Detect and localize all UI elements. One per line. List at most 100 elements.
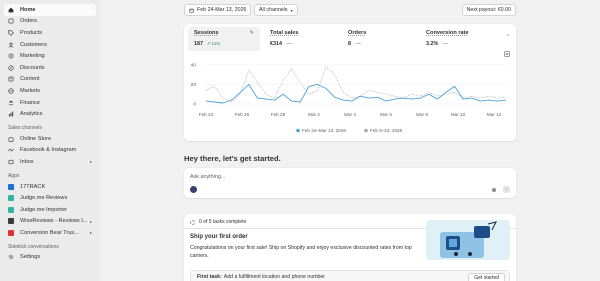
metric-value-row: 3.2% — xyxy=(426,41,494,47)
date-range-picker[interactable]: Feb 24-Mar 13, 2026 xyxy=(184,4,252,16)
legend-label: Feb 24–Mar 13, 2026 xyxy=(302,128,346,133)
sidekick-avatar-icon xyxy=(190,186,197,193)
x-tick-label: Feb 24 xyxy=(199,112,214,117)
main-content: Feb 24-Mar 13, 2026 All channels ▾ Next … xyxy=(100,0,600,281)
metric-label: Conversion rate xyxy=(426,30,469,36)
metric-label: Sessions xyxy=(194,30,219,36)
metric-value-row: €314 — xyxy=(270,41,334,47)
chevron-up-icon[interactable]: ⌃ xyxy=(506,34,510,40)
sidebar-app-item[interactable]: Judge.me Reviews xyxy=(4,192,96,204)
store-icon xyxy=(8,136,14,142)
pencil-icon[interactable]: ✎ xyxy=(250,30,254,36)
globe-icon xyxy=(8,88,14,94)
shipping-illustration xyxy=(426,220,510,260)
metric-total-sales[interactable]: Total sales €314 — xyxy=(264,27,340,51)
content-icon xyxy=(8,76,14,82)
first-task-row: First task: Add a fulfillment location a… xyxy=(190,270,510,281)
tag-icon xyxy=(8,30,14,36)
send-icon[interactable]: ↑ xyxy=(503,186,510,193)
x-tick-label: Mar 4 xyxy=(344,112,356,117)
orders-icon xyxy=(8,18,14,24)
sidebar-item-label: Settings xyxy=(20,254,41,261)
sidebar-item-label: Content xyxy=(20,76,40,83)
app-logo-icon xyxy=(8,195,14,202)
top-filters: Feb 24-Mar 13, 2026 All channels ▾ Next … xyxy=(184,4,516,16)
x-tick-label: Mar 10 xyxy=(451,112,466,117)
setup-guide-card: 0 of 5 tasks complete Ship your first or… xyxy=(184,214,516,281)
x-tick-label: Feb 28 xyxy=(271,112,286,117)
sidebar-item-home[interactable]: Home xyxy=(4,4,96,16)
x-tick-label: Mar 12 xyxy=(487,112,502,117)
sidebar-item-orders[interactable]: Orders xyxy=(4,16,96,28)
sidebar-item-label: Products xyxy=(20,29,43,36)
shipping-box-icon xyxy=(440,221,497,258)
meta-icon xyxy=(8,147,14,153)
metric-conversion-rate[interactable]: Conversion rate 3.2% — xyxy=(420,27,500,51)
metric-value: 3.2% xyxy=(426,41,439,47)
sidebar-item-facebook-instagram[interactable]: Facebook & Instagram xyxy=(4,145,96,157)
discount-icon xyxy=(8,65,14,71)
ask-input[interactable]: Ask anything... xyxy=(190,174,225,180)
status-dot-icon xyxy=(492,188,496,192)
next-payout-button[interactable]: Next payout: €0.00 xyxy=(461,4,516,16)
x-tick-label: Mar 8 xyxy=(416,112,428,117)
chevron-right-icon: ▸ xyxy=(89,159,92,165)
apps-heading[interactable]: Apps xyxy=(4,171,96,181)
date-range-label: Feb 24-Mar 13, 2026 xyxy=(197,7,247,13)
task-progress: 0 of 5 tasks complete xyxy=(190,219,246,225)
sidebar-item-analytics[interactable]: Analytics xyxy=(4,108,96,120)
calendar-icon xyxy=(189,8,194,13)
sidebar-item-products[interactable]: Products xyxy=(4,27,96,39)
progress-circle-icon xyxy=(190,219,195,225)
sidebar-app-item[interactable]: WiseReviews - Reviews I... ▸ xyxy=(4,216,96,228)
get-started-button[interactable]: Get started xyxy=(468,273,505,281)
home-icon xyxy=(8,7,14,13)
sidebar-item-online-store[interactable]: Online Store xyxy=(4,133,96,145)
metric-value: 187 xyxy=(194,41,203,47)
metric-change: — xyxy=(355,41,361,47)
metric-value: 8 xyxy=(348,41,351,47)
sidebar-item-label: Online Store xyxy=(20,135,52,142)
sidebar-item-label: Orders xyxy=(20,18,38,25)
sidebar-app-item[interactable]: 17TRACK xyxy=(4,181,96,193)
sidebar-item-content[interactable]: Content xyxy=(4,74,96,86)
sidebar-item-label: Customers xyxy=(20,41,48,48)
chart-icon xyxy=(8,111,14,117)
sidebar-item-markets[interactable]: Markets xyxy=(4,85,96,97)
sidebar-item-label: 17TRACK xyxy=(20,183,46,190)
sidekick-ask-card[interactable]: Ask anything... ↑ xyxy=(184,168,516,198)
sidebar-item-discounts[interactable]: Discounts xyxy=(4,62,96,74)
sales-channels-heading[interactable]: Sales channels xyxy=(4,123,96,133)
task-description: Congratulations on your first sale! Ship… xyxy=(190,245,412,259)
sidebar-item-label: Inbox xyxy=(20,158,34,165)
sidebar-item-settings[interactable]: Settings xyxy=(4,252,96,264)
sidebar-app-item[interactable]: Conversion Bear Trus... ▸ xyxy=(4,227,96,239)
metric-sessions[interactable]: Sessions 187 ↗ 11% ✎ xyxy=(188,27,260,51)
legend-label: Feb 6–23, 2026 xyxy=(370,128,403,133)
chevron-down-icon: ▾ xyxy=(290,7,293,13)
sidebar-item-finance[interactable]: Finance xyxy=(4,97,96,109)
app-logo-icon xyxy=(8,183,14,190)
legend-swatch xyxy=(296,128,300,133)
x-tick-label: Mar 6 xyxy=(380,112,392,117)
sidebar-item-marketing[interactable]: Marketing xyxy=(4,50,96,62)
sidebar-item-label: Home xyxy=(20,6,36,13)
first-task-text: Add a fulfillment location and phone num… xyxy=(223,274,326,280)
sidebar-item-label: Judge.me Importer xyxy=(20,206,67,213)
sidebar-app-item[interactable]: Judge.me Importer xyxy=(4,204,96,216)
chevron-right-icon: ▸ xyxy=(89,218,92,224)
sidebar-item-inbox[interactable]: Inbox ▸ xyxy=(4,156,96,168)
sidebar-item-label: Markets xyxy=(20,87,40,94)
page-greeting: Hey there, let's get started. xyxy=(184,154,281,163)
sidebar-item-label: Analytics xyxy=(20,111,43,118)
sidekick-conversations-heading[interactable]: Sidekick conversations xyxy=(4,242,96,252)
sidebar-item-label: WiseReviews - Reviews I... xyxy=(20,218,88,225)
task-progress-label: 0 of 5 tasks complete xyxy=(199,219,247,225)
metric-orders[interactable]: Orders 8 — xyxy=(342,27,418,51)
app-logo-icon xyxy=(8,229,14,236)
chevron-right-icon: ▸ xyxy=(89,230,92,236)
gear-icon xyxy=(8,254,14,260)
channel-filter[interactable]: All channels ▾ xyxy=(254,4,298,16)
sidebar-item-customers[interactable]: Customers xyxy=(4,39,96,51)
legend-swatch xyxy=(364,128,368,133)
